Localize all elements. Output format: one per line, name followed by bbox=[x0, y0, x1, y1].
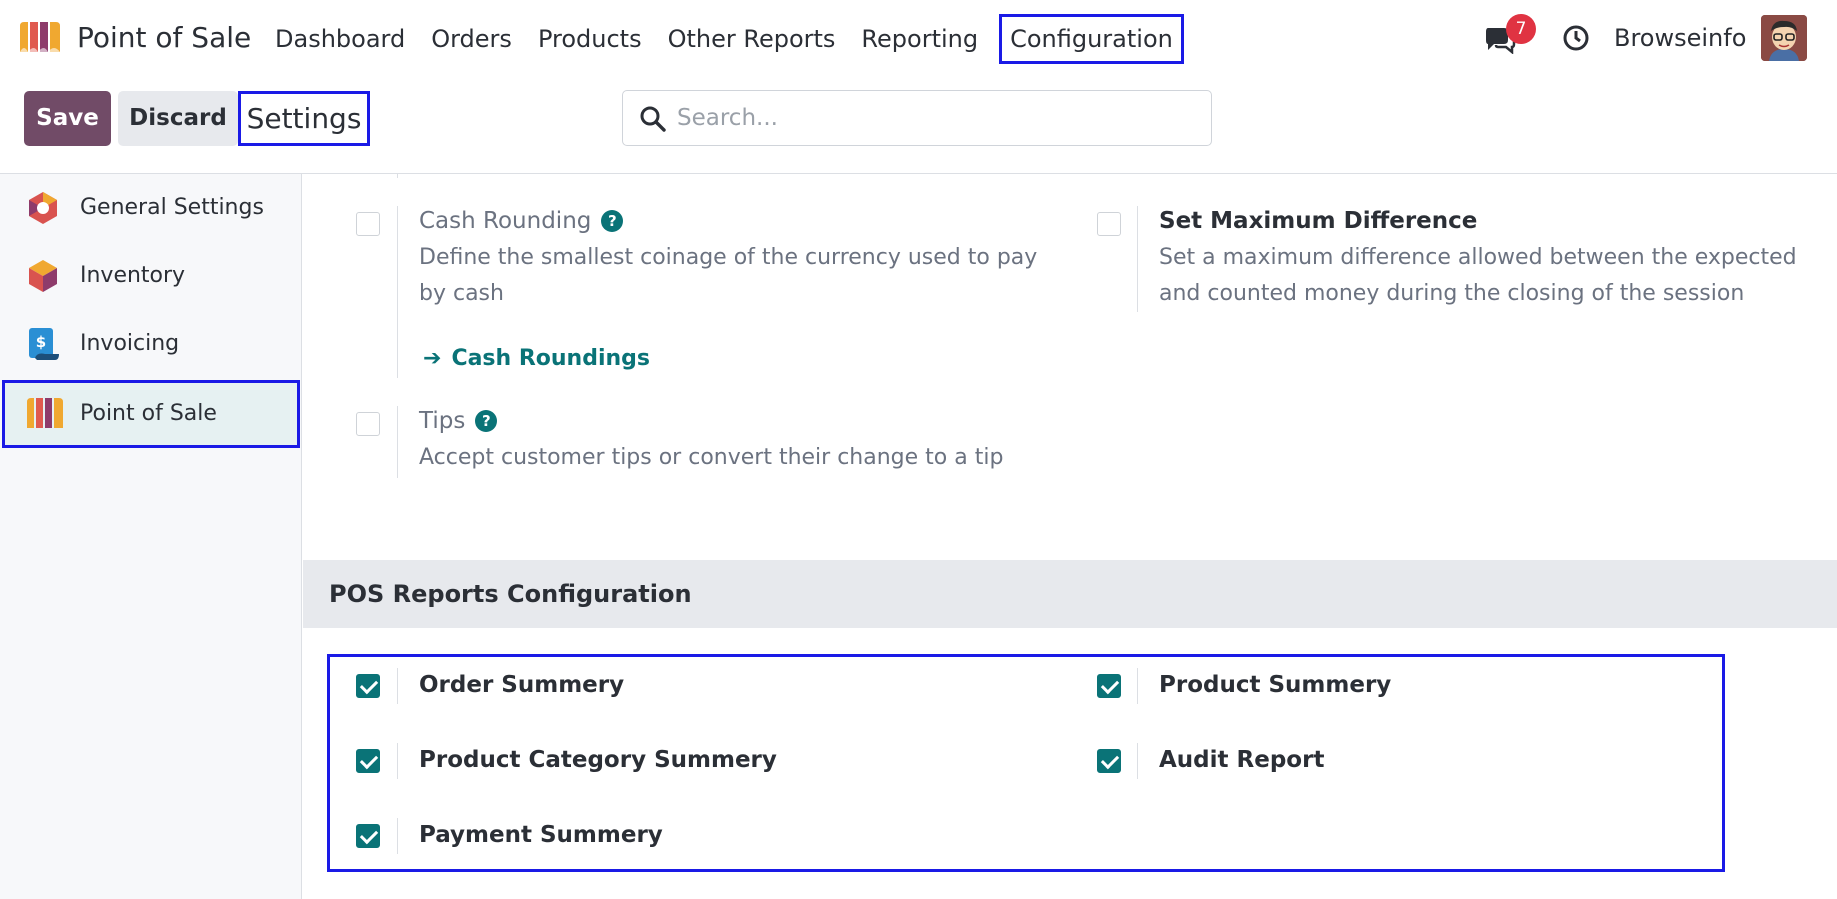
search-input[interactable] bbox=[677, 99, 1197, 137]
menu-configuration[interactable]: Configuration bbox=[999, 14, 1184, 64]
discard-button[interactable]: Discard bbox=[118, 91, 238, 146]
breadcrumb: Settings bbox=[238, 91, 370, 146]
help-icon[interactable]: ? bbox=[475, 410, 498, 432]
sidebar-item-label: Invoicing bbox=[80, 331, 180, 356]
main-menu: Dashboard Orders Products Other Reports … bbox=[262, 14, 1184, 64]
sidebar-item-label: General Settings bbox=[80, 195, 264, 220]
avatar[interactable] bbox=[1761, 15, 1807, 61]
product-summery-label: Product Summery bbox=[1159, 672, 1392, 698]
divider bbox=[397, 174, 398, 178]
svg-text:$: $ bbox=[36, 333, 46, 351]
divider bbox=[397, 743, 398, 779]
sidebar-item-inventory[interactable]: Inventory bbox=[0, 242, 301, 310]
top-navbar: Point of Sale Dashboard Orders Products … bbox=[0, 0, 1837, 76]
point-of-sale-icon bbox=[25, 396, 63, 432]
help-icon[interactable]: ? bbox=[601, 210, 624, 232]
divider bbox=[397, 206, 398, 378]
cash-rounding-description: Define the smallest coinage of the curre… bbox=[419, 245, 1038, 306]
tips-title: Tips? bbox=[419, 408, 498, 434]
tips-checkbox[interactable] bbox=[356, 412, 380, 436]
cash-roundings-link-label: Cash Roundings bbox=[451, 346, 651, 371]
menu-reporting[interactable]: Reporting bbox=[848, 14, 991, 64]
save-button[interactable]: Save bbox=[24, 91, 111, 146]
max-difference-description: Set a maximum difference allowed between… bbox=[1159, 245, 1797, 306]
sidebar-item-point-of-sale[interactable]: Point of Sale bbox=[2, 380, 300, 448]
settings-main: Cash Rounding? Define the smallest coina… bbox=[303, 174, 1837, 899]
user-name[interactable]: Browseinfo bbox=[1614, 20, 1746, 56]
chat-count-badge: 7 bbox=[1506, 14, 1536, 44]
divider bbox=[397, 818, 398, 854]
product-summery-checkbox[interactable] bbox=[1097, 674, 1121, 698]
search-icon bbox=[639, 105, 667, 133]
product-category-summery-checkbox[interactable] bbox=[356, 749, 380, 773]
menu-other-reports[interactable]: Other Reports bbox=[655, 14, 849, 64]
sidebar-item-general-settings[interactable]: General Settings bbox=[0, 174, 301, 242]
menu-orders[interactable]: Orders bbox=[418, 14, 525, 64]
control-panel: Save Discard Settings bbox=[0, 76, 1837, 174]
divider bbox=[1137, 668, 1138, 704]
invoicing-icon: $ bbox=[25, 326, 61, 362]
divider bbox=[1137, 743, 1138, 779]
settings-sidebar: General Settings Inventory $ Invoicing P… bbox=[0, 174, 302, 899]
product-category-summery-label: Product Category Summery bbox=[419, 747, 777, 773]
sidebar-item-label: Point of Sale bbox=[80, 401, 217, 426]
app-title[interactable]: Point of Sale bbox=[77, 20, 251, 56]
point-of-sale-logo-icon[interactable] bbox=[18, 20, 62, 54]
cash-rounding-label: Cash Rounding bbox=[419, 208, 592, 234]
menu-products[interactable]: Products bbox=[525, 14, 655, 64]
order-summery-label: Order Summery bbox=[419, 672, 625, 698]
inventory-icon bbox=[25, 258, 61, 294]
order-summery-checkbox[interactable] bbox=[356, 674, 380, 698]
cash-rounding-title: Cash Rounding? bbox=[419, 208, 624, 234]
divider bbox=[1137, 206, 1138, 312]
payment-summery-label: Payment Summery bbox=[419, 822, 663, 848]
sidebar-item-invoicing[interactable]: $ Invoicing bbox=[0, 310, 301, 378]
max-difference-title: Set Maximum Difference bbox=[1159, 208, 1478, 234]
cash-rounding-checkbox[interactable] bbox=[356, 212, 380, 236]
max-difference-checkbox[interactable] bbox=[1097, 212, 1121, 236]
menu-dashboard[interactable]: Dashboard bbox=[262, 14, 418, 64]
section-header: POS Reports Configuration bbox=[303, 560, 1837, 628]
divider bbox=[397, 406, 398, 478]
payment-summery-checkbox[interactable] bbox=[356, 824, 380, 848]
audit-report-label: Audit Report bbox=[1159, 747, 1325, 773]
general-settings-icon bbox=[25, 190, 61, 226]
sidebar-item-label: Inventory bbox=[80, 263, 186, 288]
tips-label: Tips bbox=[419, 408, 466, 434]
tips-description: Accept customer tips or convert their ch… bbox=[419, 445, 1004, 470]
divider bbox=[397, 668, 398, 704]
section-title: POS Reports Configuration bbox=[329, 580, 692, 608]
search-box[interactable] bbox=[622, 90, 1212, 146]
cash-roundings-link[interactable]: ➔ Cash Roundings bbox=[423, 346, 650, 371]
clock-icon[interactable] bbox=[1562, 24, 1590, 52]
arrow-right-icon: ➔ bbox=[423, 346, 442, 371]
audit-report-checkbox[interactable] bbox=[1097, 749, 1121, 773]
